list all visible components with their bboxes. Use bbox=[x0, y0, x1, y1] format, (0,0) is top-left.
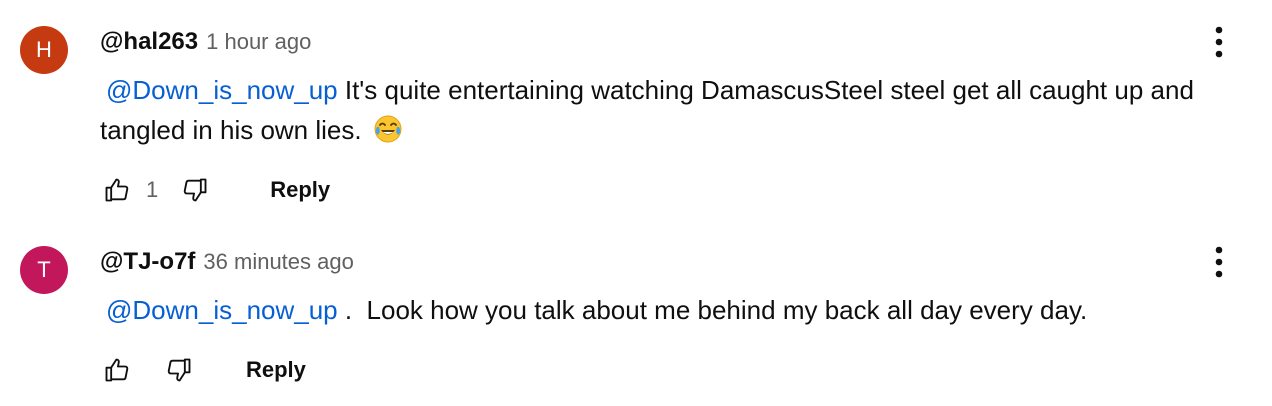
like-button[interactable] bbox=[100, 353, 134, 387]
more-vertical-icon bbox=[1215, 246, 1223, 278]
like-button[interactable] bbox=[100, 173, 134, 207]
author-name[interactable]: @TJ-o7f bbox=[100, 248, 195, 276]
comment-thread-item: T @TJ-o7f 36 minutes ago @Down_is_now_up… bbox=[0, 220, 1272, 406]
comment-thread-item: H @hal263 1 hour ago @Down_is_now_up It'… bbox=[0, 0, 1272, 220]
comment-text: @Down_is_now_up It's quite entertaining … bbox=[100, 70, 1230, 150]
reply-button[interactable]: Reply bbox=[270, 177, 330, 203]
dislike-button[interactable] bbox=[162, 353, 196, 387]
action-menu-button[interactable] bbox=[1204, 22, 1234, 62]
thumb-up-icon bbox=[105, 178, 129, 202]
mention-link[interactable]: @Down_is_now_up bbox=[106, 295, 338, 325]
more-vertical-icon bbox=[1215, 26, 1223, 58]
thumb-down-icon bbox=[167, 358, 191, 382]
comment-header: @TJ-o7f 36 minutes ago bbox=[100, 248, 354, 280]
comment-body: . Look how you talk about me behind my b… bbox=[337, 295, 1088, 325]
thumb-up-icon bbox=[105, 358, 129, 382]
comment-header: @hal263 1 hour ago bbox=[100, 28, 311, 60]
avatar[interactable]: T bbox=[20, 246, 68, 294]
action-menu-button[interactable] bbox=[1204, 242, 1234, 282]
author-name[interactable]: @hal263 bbox=[100, 28, 198, 56]
avatar[interactable]: H bbox=[20, 26, 68, 74]
like-count: 1 bbox=[146, 177, 159, 202]
comment-timestamp[interactable]: 1 hour ago bbox=[206, 29, 311, 55]
comment-actions: Reply bbox=[100, 350, 306, 390]
dislike-button[interactable] bbox=[178, 173, 212, 207]
face-with-tears-of-joy-icon bbox=[374, 115, 402, 143]
comment-timestamp[interactable]: 36 minutes ago bbox=[203, 249, 353, 275]
comment-text: @Down_is_now_up . Look how you talk abou… bbox=[100, 290, 1230, 330]
mention-link[interactable]: @Down_is_now_up bbox=[106, 75, 338, 105]
comment-actions: 1 Reply bbox=[100, 170, 330, 210]
reply-button[interactable]: Reply bbox=[246, 357, 306, 383]
thumb-down-icon bbox=[184, 178, 207, 202]
